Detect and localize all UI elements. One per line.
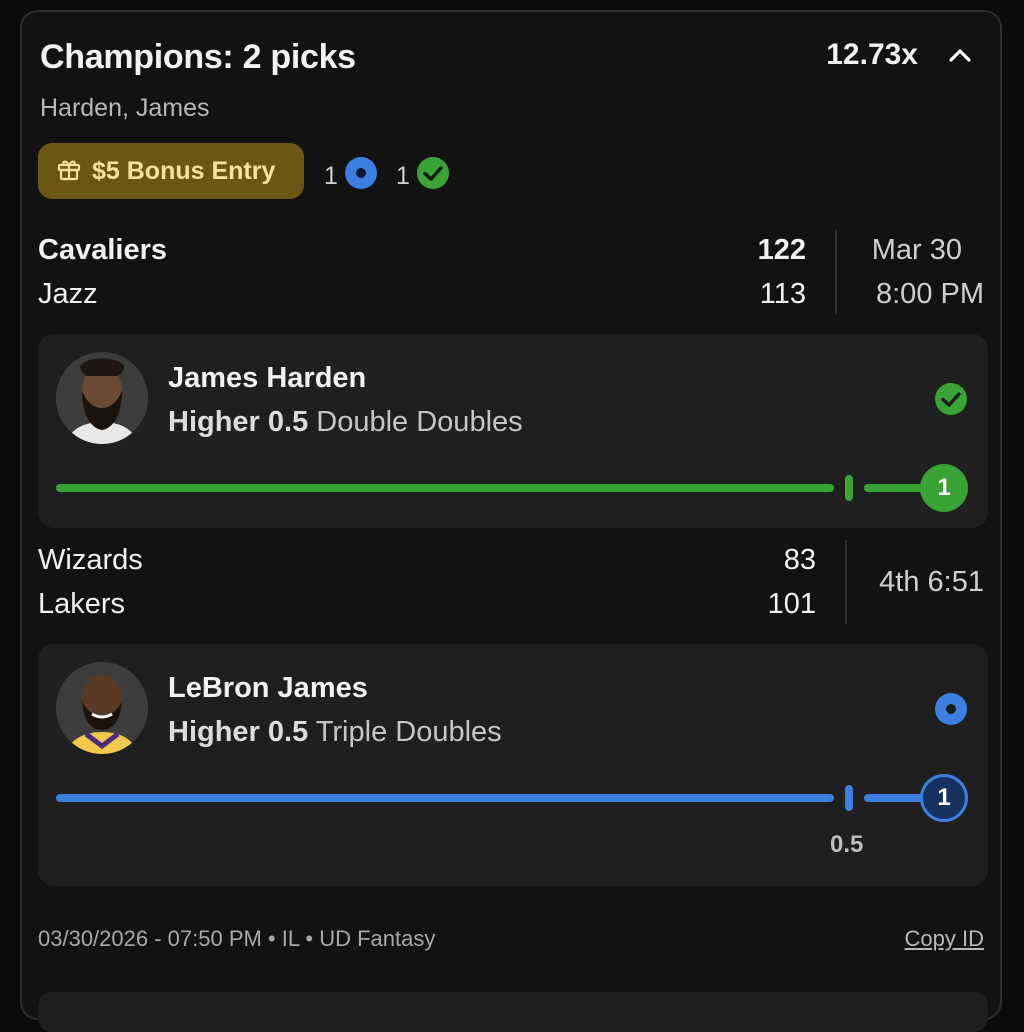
gift-icon: [56, 156, 82, 187]
result-value: 1: [920, 464, 968, 512]
copy-id-link[interactable]: Copy ID: [905, 926, 984, 952]
threshold-tick: [845, 475, 853, 501]
pick-stat: Triple Doubles: [315, 716, 502, 748]
game2-score1: 83: [783, 544, 816, 576]
game1-team1: Cavaliers: [38, 234, 167, 266]
threshold-label: 0.5: [830, 831, 864, 858]
pick-line: Higher 0.5 Double Doubles: [168, 406, 523, 439]
won-picks-count: 1: [396, 156, 450, 197]
entry-title: Champions: 2 picks: [40, 38, 356, 76]
game1-score2: 113: [759, 278, 806, 310]
progress-bar-fill: [56, 794, 834, 802]
pick-card-lebron[interactable]: LeBron James Higher 0.5 Triple Doubles 1…: [38, 644, 988, 886]
pick-direction: Higher 0.5: [168, 716, 309, 748]
game2-team1: Wizards: [38, 544, 143, 576]
game2-team2: Lakers: [38, 588, 126, 620]
pick-direction: Higher 0.5: [168, 406, 309, 438]
threshold-tick: [845, 785, 853, 811]
pick-line: Higher 0.5 Triple Doubles: [168, 716, 502, 749]
game1-time: 8:00 PM: [876, 278, 984, 310]
result-value: 1: [920, 774, 968, 822]
next-card-peek: [38, 992, 988, 1032]
entry-meta: 03/30/2026 - 07:50 PM • IL • UD Fantasy: [38, 926, 436, 951]
avatar-lebron-james: [56, 662, 148, 754]
payout-multiplier: 12.73x: [826, 38, 918, 71]
entry-card: Champions: 2 picks 12.73x Harden, James …: [20, 10, 1002, 1032]
progress-bar-overflow: [864, 794, 924, 802]
pick-card-harden[interactable]: James Harden Higher 0.5 Double Doubles 1: [38, 334, 988, 528]
progress-bar-overflow: [864, 484, 924, 492]
divider: [845, 540, 847, 624]
game2-score2: 101: [767, 588, 816, 620]
live-dot-icon: [344, 156, 378, 197]
collapse-chevron-icon[interactable]: [946, 42, 974, 70]
entry-players-summary: Harden, James: [40, 94, 210, 122]
check-circle-icon: [934, 382, 968, 421]
divider: [835, 230, 837, 314]
player-name: James Harden: [168, 362, 367, 394]
pick-stat: Double Doubles: [316, 406, 523, 438]
check-circle-icon: [416, 156, 450, 197]
pending-picks-count: 1: [324, 156, 378, 197]
live-dot-icon: [934, 692, 968, 731]
avatar-james-harden: [56, 352, 148, 444]
game1-team2: Jazz: [38, 278, 98, 310]
game1-date: Mar 30: [871, 234, 962, 266]
game2-status: 4th 6:51: [879, 566, 984, 598]
bonus-entry-label: $5 Bonus Entry: [92, 156, 276, 185]
game1-score1: 122: [757, 234, 806, 266]
progress-bar-fill: [56, 484, 834, 492]
bonus-entry-badge: $5 Bonus Entry: [38, 143, 304, 199]
player-name: LeBron James: [168, 672, 368, 704]
